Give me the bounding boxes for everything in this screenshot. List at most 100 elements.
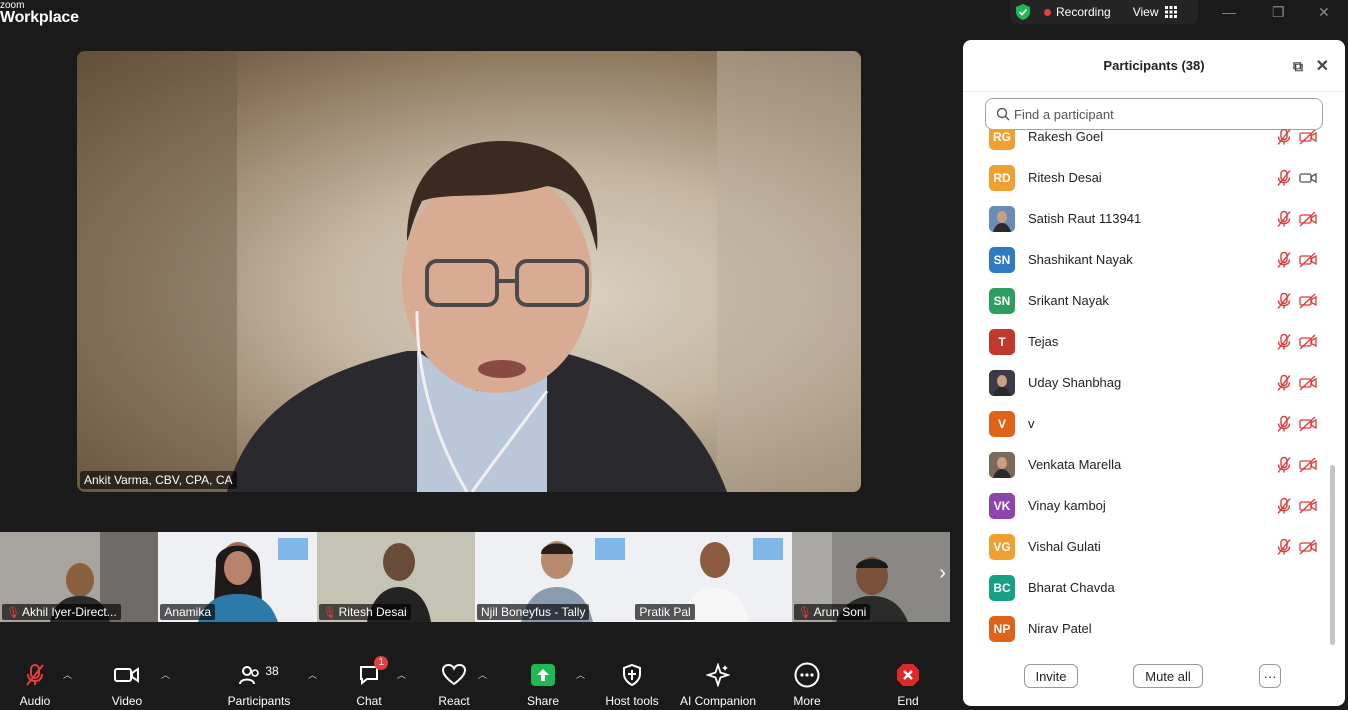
mic-muted-icon[interactable] <box>1275 456 1293 474</box>
video-off-icon[interactable] <box>1299 333 1317 351</box>
participant-name: Tejas <box>1028 334 1059 349</box>
video-off-icon[interactable] <box>1299 538 1317 556</box>
more-label: More <box>793 694 821 708</box>
chevron-up-icon[interactable]: ︿ <box>478 668 487 681</box>
video-off-icon[interactable] <box>1299 251 1317 269</box>
mute-all-button[interactable]: Mute all <box>1133 664 1203 688</box>
mic-muted-icon[interactable] <box>1275 169 1293 187</box>
ai-companion-button[interactable]: AI Companion <box>678 662 758 708</box>
participants-icon <box>239 666 260 685</box>
participant-row[interactable]: Satish Raut 113941 <box>963 198 1345 239</box>
participant-name: v <box>1028 416 1035 431</box>
video-tile[interactable]: 🎙 Ritesh Desai <box>316 532 475 622</box>
video-off-icon[interactable] <box>1299 292 1317 310</box>
participant-row[interactable]: VK Vinay kamboj <box>963 485 1345 526</box>
chat-label: Chat <box>356 694 382 708</box>
participant-row[interactable]: SN Shashikant Nayak <box>963 239 1345 280</box>
panel-title: Participants (38) <box>1103 58 1205 73</box>
active-speaker-video[interactable]: Ankit Varma, CBV, CPA, CA <box>77 51 861 492</box>
react-button[interactable]: React <box>438 662 470 708</box>
brand-large: Workplace <box>0 9 79 26</box>
audio-label: Audio <box>19 694 51 708</box>
chevron-up-icon[interactable]: ︿ <box>161 668 170 681</box>
maximize-icon[interactable]: ❐ <box>1272 4 1285 21</box>
participant-row[interactable]: VG Vishal Gulati <box>963 526 1345 567</box>
shield-icon <box>623 664 641 686</box>
video-off-icon[interactable] <box>1299 415 1317 433</box>
mic-muted-icon[interactable] <box>1275 333 1293 351</box>
view-button[interactable]: View <box>1133 5 1177 19</box>
end-button[interactable]: End <box>893 662 923 708</box>
participant-name: Satish Raut 113941 <box>1028 211 1142 226</box>
participants-button[interactable]: 38 Participants <box>226 662 292 708</box>
video-off-icon[interactable] <box>1299 497 1317 515</box>
mic-muted-icon[interactable] <box>1275 210 1293 228</box>
mic-muted-icon[interactable] <box>1275 538 1293 556</box>
video-tile[interactable]: Njil Boneyfus - Tally <box>474 532 634 622</box>
video-tile[interactable]: 🎙 Akhil Iyer-Direct... <box>0 532 159 622</box>
participant-row[interactable]: Venkata Marella <box>963 444 1345 485</box>
participant-row[interactable]: BC Bharat Chavda <box>963 567 1345 608</box>
record-dot-icon <box>1044 8 1051 16</box>
video-off-icon[interactable] <box>1299 456 1317 474</box>
participant-name: Srikant Nayak <box>1028 293 1109 308</box>
pop-out-icon[interactable]: ⧉ <box>1293 58 1303 75</box>
search-icon <box>996 107 1010 121</box>
mic-muted-icon[interactable] <box>1275 292 1293 310</box>
chat-button[interactable]: 1 Chat <box>354 656 388 708</box>
participant-name: Vishal Gulati <box>1028 539 1101 554</box>
participant-name: Bharat Chavda <box>1028 580 1115 595</box>
audio-button[interactable]: Audio <box>18 662 52 708</box>
meeting-status-bar: Recording View <box>1010 0 1198 24</box>
heart-icon <box>442 664 466 686</box>
video-button[interactable]: Video <box>110 662 144 708</box>
participant-row[interactable]: SN Srikant Nayak <box>963 280 1345 321</box>
participant-row[interactable]: RD Ritesh Desai <box>963 157 1345 198</box>
host-tools-label: Host tools <box>605 694 659 708</box>
participant-row[interactable]: Uday Shanbhag <box>963 362 1345 403</box>
participants-panel: Participants (38) ⧉ ✕ Find a participant… <box>963 40 1345 706</box>
participant-name: Shashikant Nayak <box>1028 252 1133 267</box>
minimize-icon[interactable]: — <box>1222 4 1236 20</box>
video-tile[interactable]: 🎙 Arun Soni › <box>791 532 950 622</box>
video-off-icon[interactable] <box>1299 210 1317 228</box>
recording-indicator[interactable]: Recording <box>1044 5 1111 19</box>
more-button[interactable]: More <box>791 662 823 708</box>
mic-muted-icon[interactable] <box>1275 251 1293 269</box>
more-options-button[interactable]: ··· <box>1259 664 1281 688</box>
chevron-up-icon[interactable]: ︿ <box>63 668 72 681</box>
meeting-toolbar: Audio ︿ Video ︿ 38 Participants ︿ 1 Chat… <box>0 654 960 710</box>
participant-row[interactable]: RG Rakesh Goel <box>963 129 1345 157</box>
mic-muted-icon[interactable] <box>1275 374 1293 392</box>
host-tools-button[interactable]: Host tools <box>603 662 661 708</box>
react-label: React <box>438 694 470 708</box>
chevron-up-icon[interactable]: ︿ <box>576 668 585 681</box>
participant-name: Venkata Marella <box>1028 457 1122 472</box>
shield-icon[interactable] <box>1014 3 1032 21</box>
scrollbar[interactable] <box>1330 465 1335 645</box>
video-off-icon[interactable] <box>1299 374 1317 392</box>
participant-name: Uday Shanbhag <box>1028 375 1122 390</box>
participant-name: Nirav Patel <box>1028 621 1092 636</box>
video-on-icon[interactable] <box>1299 169 1317 187</box>
mic-muted-icon[interactable] <box>1275 497 1293 515</box>
participant-row[interactable]: Vv <box>963 403 1345 444</box>
chevron-up-icon[interactable]: ︿ <box>308 668 317 681</box>
chevron-up-icon[interactable]: ︿ <box>397 668 406 681</box>
tile-name-label: 🎙 Ritesh Desai <box>318 604 411 620</box>
close-window-icon[interactable]: ✕ <box>1318 4 1330 21</box>
video-off-icon[interactable] <box>1299 129 1317 146</box>
invite-button[interactable]: Invite <box>1024 664 1078 688</box>
video-tile[interactable]: Anamika <box>158 532 317 622</box>
avatar-photo <box>989 205 1015 232</box>
share-button[interactable]: Share <box>526 662 560 708</box>
video-tile[interactable]: Pratik Pal <box>633 532 792 622</box>
mic-muted-icon[interactable] <box>1275 415 1293 433</box>
chevron-right-icon[interactable]: › <box>939 562 946 585</box>
participant-row[interactable]: NP Nirav Patel <box>963 608 1345 649</box>
close-icon[interactable]: ✕ <box>1316 56 1329 76</box>
participant-search-input[interactable]: Find a participant <box>985 98 1323 130</box>
mic-muted-icon: 🎙 <box>797 606 812 619</box>
participant-row[interactable]: T Tejas <box>963 321 1345 362</box>
mic-muted-icon[interactable] <box>1275 129 1293 146</box>
